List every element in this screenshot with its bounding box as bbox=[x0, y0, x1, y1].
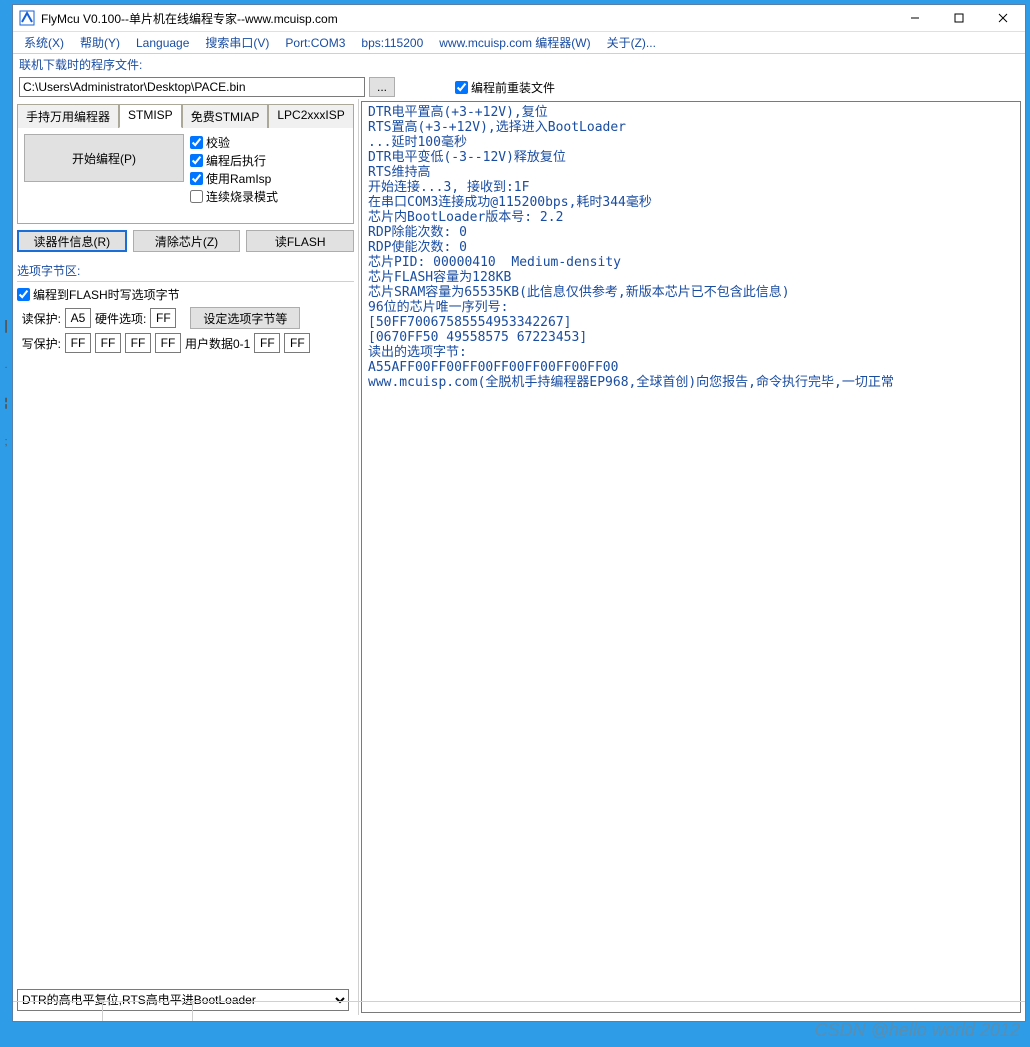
watermark: CSDN @hello world 2012 bbox=[815, 1020, 1020, 1041]
menu-help[interactable]: 帮助(Y) bbox=[73, 32, 127, 53]
app-icon bbox=[19, 10, 35, 26]
start-program-button[interactable]: 开始编程(P) bbox=[24, 134, 184, 182]
run-after-checkbox[interactable]: 编程后执行 bbox=[190, 152, 278, 169]
window-title: FlyMcu V0.100--单片机在线编程专家--www.mcuisp.com bbox=[41, 10, 893, 27]
app-window: FlyMcu V0.100--单片机在线编程专家--www.mcuisp.com… bbox=[12, 4, 1026, 1022]
status-cell-2 bbox=[103, 1002, 193, 1021]
tab-stmisp[interactable]: STMISP bbox=[119, 104, 182, 128]
program-options: 校验 编程后执行 使用RamIsp 连续烧录模式 bbox=[190, 134, 278, 217]
menu-port[interactable]: Port:COM3 bbox=[278, 34, 352, 52]
left-panel: 手持万用编程器 STMISP 免费STMIAP LPC2xxxISP 开始编程(… bbox=[13, 99, 359, 1015]
tab-stmiap[interactable]: 免费STMIAP bbox=[182, 104, 269, 128]
reload-before-program-label: 编程前重装文件 bbox=[471, 79, 555, 96]
option-bytes-label: 选项字节区: bbox=[17, 262, 354, 279]
ud-1-input[interactable] bbox=[284, 333, 310, 353]
write-protect-label: 写保护: bbox=[17, 335, 61, 352]
file-path-input[interactable] bbox=[19, 77, 365, 97]
file-label: 联机下载时的程序文件: bbox=[13, 54, 1025, 75]
titlebar[interactable]: FlyMcu V0.100--单片机在线编程专家--www.mcuisp.com bbox=[13, 5, 1025, 32]
divider bbox=[17, 281, 354, 282]
browse-button[interactable]: ... bbox=[369, 77, 395, 97]
clear-chip-button[interactable]: 清除芯片(Z) bbox=[133, 230, 241, 252]
write-option-bytes-checkbox[interactable]: 编程到FLASH时写选项字节 bbox=[17, 286, 354, 303]
window-controls bbox=[893, 5, 1025, 31]
minimize-button[interactable] bbox=[893, 5, 937, 31]
reload-before-program-input[interactable] bbox=[455, 81, 468, 94]
read-protect-label: 读保护: bbox=[17, 310, 61, 327]
user-data-label: 用户数据0-1 bbox=[185, 335, 250, 352]
menu-system[interactable]: 系统(X) bbox=[17, 32, 71, 53]
menu-about[interactable]: 关于(Z)... bbox=[600, 32, 663, 53]
reload-before-program-checkbox[interactable]: 编程前重装文件 bbox=[455, 79, 555, 96]
maximize-button[interactable] bbox=[937, 5, 981, 31]
tab-lpc2xxx[interactable]: LPC2xxxISP bbox=[268, 104, 353, 128]
wp-0-input[interactable] bbox=[65, 333, 91, 353]
read-protect-input[interactable] bbox=[65, 308, 91, 328]
wp-2-input[interactable] bbox=[125, 333, 151, 353]
use-ramisp-checkbox[interactable]: 使用RamIsp bbox=[190, 170, 278, 187]
menu-programmer[interactable]: www.mcuisp.com 编程器(W) bbox=[432, 32, 597, 53]
menubar: 系统(X) 帮助(Y) Language 搜索串口(V) Port:COM3 b… bbox=[13, 32, 1025, 54]
read-flash-button[interactable]: 读FLASH bbox=[246, 230, 354, 252]
wp-1-input[interactable] bbox=[95, 333, 121, 353]
continuous-checkbox[interactable]: 连续烧录模式 bbox=[190, 188, 278, 205]
statusbar bbox=[13, 1001, 1025, 1021]
tab-body: 开始编程(P) 校验 编程后执行 使用RamIsp 连续烧录模式 bbox=[17, 128, 354, 224]
log-output[interactable]: DTR电平置高(+3-+12V),复位 RTS置高(+3-+12V),选择进入B… bbox=[361, 101, 1021, 1013]
read-device-info-button[interactable]: 读器件信息(R) bbox=[17, 230, 127, 252]
tab-handheld[interactable]: 手持万用编程器 bbox=[17, 104, 119, 128]
set-option-bytes-button[interactable]: 设定选项字节等 bbox=[190, 307, 300, 329]
close-button[interactable] bbox=[981, 5, 1025, 31]
file-row: ... 编程前重装文件 bbox=[13, 75, 1025, 99]
verify-checkbox[interactable]: 校验 bbox=[190, 134, 278, 151]
action-buttons: 读器件信息(R) 清除芯片(Z) 读FLASH bbox=[17, 230, 354, 252]
status-cell-1 bbox=[13, 1002, 103, 1021]
tabs: 手持万用编程器 STMISP 免费STMIAP LPC2xxxISP bbox=[17, 103, 354, 128]
ud-0-input[interactable] bbox=[254, 333, 280, 353]
menu-language[interactable]: Language bbox=[129, 34, 196, 52]
hw-option-label: 硬件选项: bbox=[95, 310, 146, 327]
menu-bps[interactable]: bps:115200 bbox=[354, 34, 430, 52]
left-edge-fragments: ┃.╏; bbox=[0, 320, 12, 520]
content-area: 手持万用编程器 STMISP 免费STMIAP LPC2xxxISP 开始编程(… bbox=[13, 99, 1025, 1015]
option-grid: 读保护: 硬件选项: 设定选项字节等 写保护: 用户数据0-1 bbox=[17, 307, 354, 353]
menu-search-port[interactable]: 搜索串口(V) bbox=[198, 32, 276, 53]
hw-option-input[interactable] bbox=[150, 308, 176, 328]
wp-3-input[interactable] bbox=[155, 333, 181, 353]
